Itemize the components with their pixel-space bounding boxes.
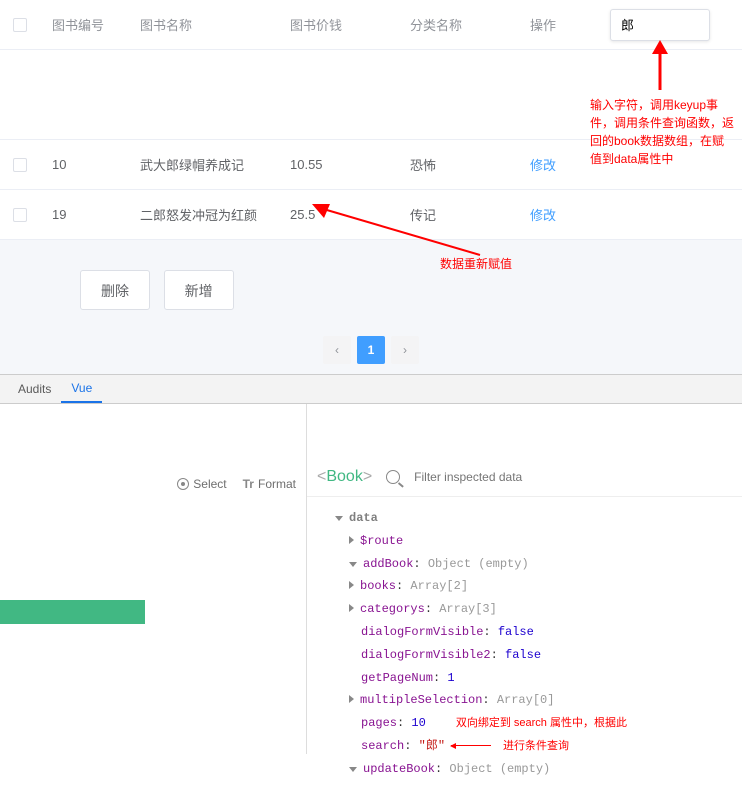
chevron-down-icon[interactable] — [349, 562, 357, 567]
cell-category: 恐怖 — [410, 155, 530, 174]
row-checkbox[interactable] — [13, 158, 27, 172]
header-name: 图书名称 — [140, 15, 290, 34]
header-id: 图书编号 — [40, 15, 140, 34]
tab-audits[interactable]: Audits — [8, 375, 61, 403]
search-icon[interactable] — [386, 470, 400, 484]
filter-input[interactable] — [414, 470, 569, 484]
arrow-annotation — [640, 40, 680, 100]
chevron-down-icon[interactable] — [335, 516, 343, 521]
select-all-checkbox[interactable] — [13, 18, 27, 32]
edit-link[interactable]: 修改 — [530, 158, 556, 173]
prev-page-button[interactable]: ‹ — [323, 336, 351, 364]
cell-price: 10.55 — [290, 157, 410, 172]
text-icon: Tr — [243, 477, 254, 491]
tab-vue[interactable]: Vue — [61, 375, 102, 403]
header-category: 分类名称 — [410, 15, 530, 34]
chevron-right-icon[interactable] — [349, 604, 354, 612]
devtools-left-panel: Select Tr Format — [0, 404, 307, 754]
prop-route: $route — [360, 534, 403, 548]
row-checkbox[interactable] — [13, 208, 27, 222]
chevron-right-icon[interactable] — [349, 536, 354, 544]
component-tag: <Book> — [317, 468, 372, 486]
devtools-right-panel: <Book> data $route addBook: Object (empt… — [307, 404, 742, 754]
add-button[interactable]: 新增 — [164, 270, 234, 310]
delete-button[interactable]: 删除 — [80, 270, 150, 310]
reassign-annotation: 数据重新赋值 — [440, 255, 512, 273]
data-tree: data $route addBook: Object (empty) book… — [307, 497, 742, 791]
chevron-right-icon[interactable] — [349, 581, 354, 589]
cell-id: 10 — [40, 157, 140, 172]
cell-id: 19 — [40, 207, 140, 222]
edit-link[interactable]: 修改 — [530, 208, 556, 223]
arrow-icon — [451, 745, 491, 746]
target-icon — [177, 478, 189, 490]
pagination: ‹ 1 › — [0, 330, 742, 374]
bind-annotation: 双向绑定到 search 属性中，根据此 — [456, 717, 627, 729]
next-page-button[interactable]: › — [391, 336, 419, 364]
cell-name: 二郎怒发冲冠为红颜 — [140, 205, 290, 224]
header-price: 图书价钱 — [290, 15, 410, 34]
selected-component-highlight — [0, 600, 145, 624]
page-number-button[interactable]: 1 — [357, 336, 385, 364]
search-input[interactable] — [610, 9, 710, 41]
chevron-right-icon[interactable] — [349, 695, 354, 703]
select-tool[interactable]: Select — [177, 477, 226, 491]
bind-annotation: 进行条件查询 — [503, 740, 569, 752]
data-section-label: data — [349, 511, 378, 525]
search-annotation: 输入字符，调用keyup事件，调用条件查询函数，返回的book数据数组，在赋值到… — [590, 96, 735, 168]
cell-name: 武大郎绿帽养成记 — [140, 155, 290, 174]
format-tool[interactable]: Tr Format — [243, 477, 296, 491]
devtools-tabs: Audits Vue — [0, 374, 742, 404]
header-op: 操作 — [530, 15, 610, 34]
chevron-down-icon[interactable] — [349, 767, 357, 772]
arrow-annotation — [310, 200, 490, 260]
table-header: 图书编号 图书名称 图书价钱 分类名称 操作 — [0, 0, 742, 50]
